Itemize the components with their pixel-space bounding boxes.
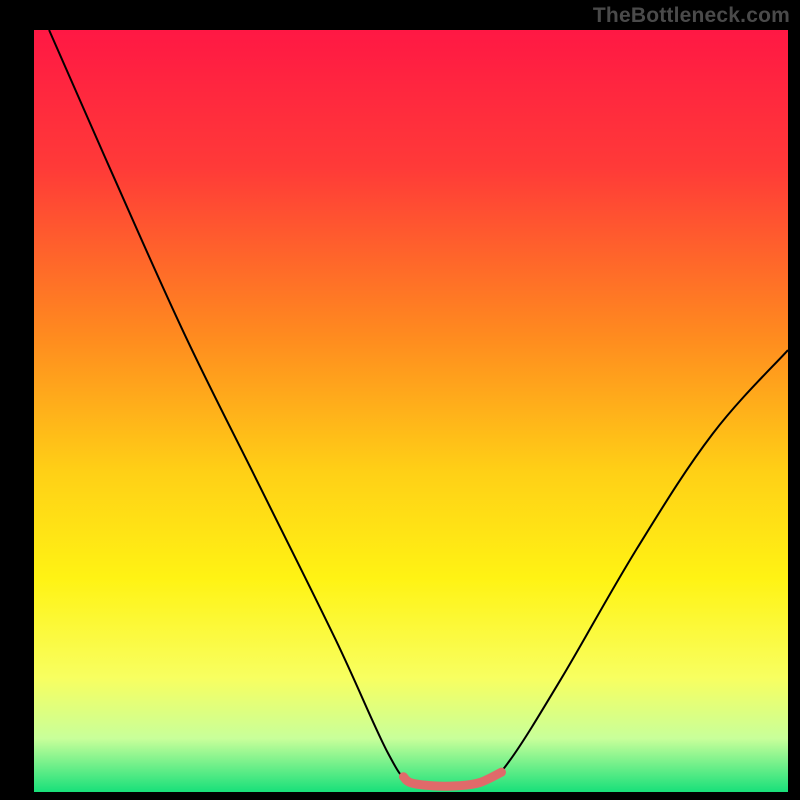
chart-frame: TheBottleneck.com xyxy=(0,0,800,800)
watermark-text: TheBottleneck.com xyxy=(593,4,790,28)
gradient-background xyxy=(34,30,788,792)
bottleneck-chart xyxy=(0,0,800,800)
